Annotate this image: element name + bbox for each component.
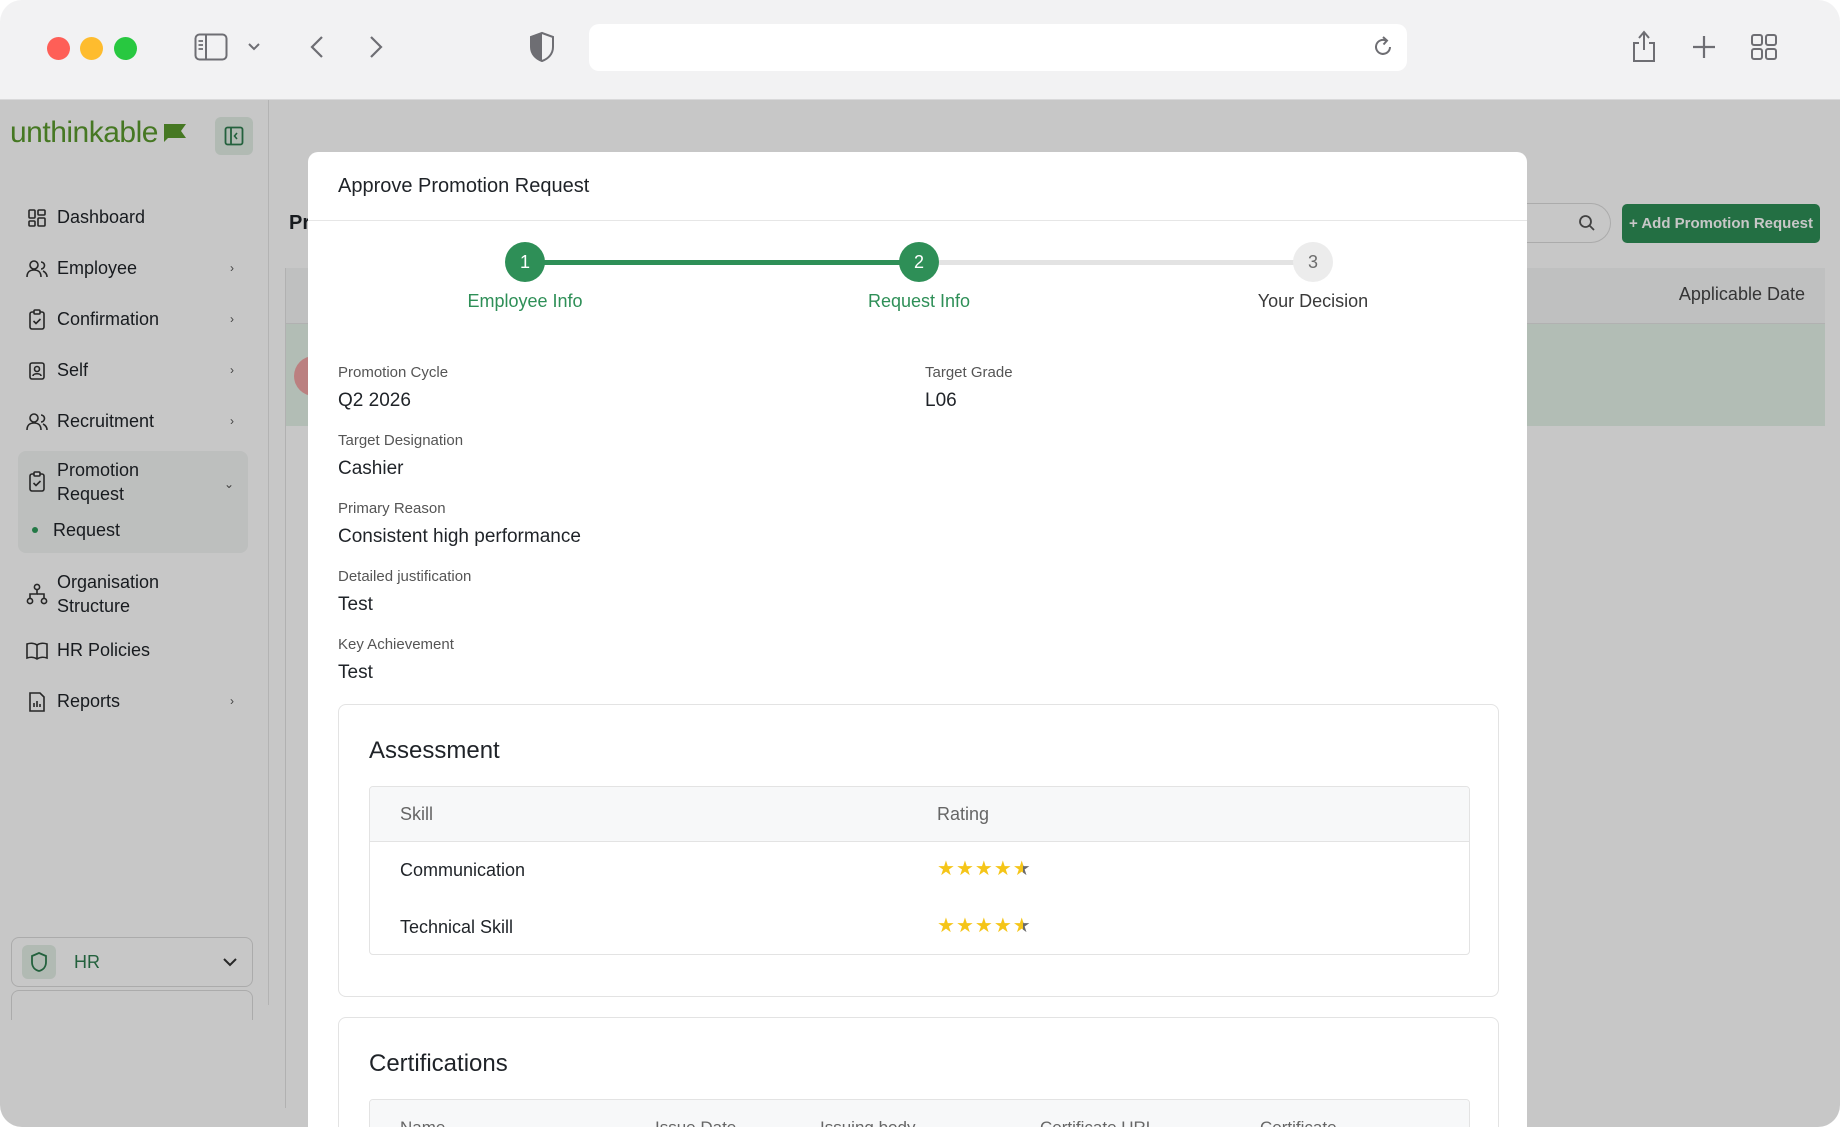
- browser-window: unthinkable Dashboard Employee › Confirm…: [0, 0, 1840, 1127]
- step-1-label: Employee Info: [467, 291, 583, 311]
- privacy-shield-icon[interactable]: [528, 30, 556, 64]
- star-icon: ★: [937, 858, 955, 880]
- target-designation-field: Target Designation Cashier: [338, 432, 463, 480]
- forward-icon[interactable]: [364, 32, 388, 62]
- step-connector-pending: [919, 260, 1313, 265]
- step-3-label: Your Decision: [1257, 291, 1369, 311]
- sidebar-toggle-icon[interactable]: [193, 31, 229, 63]
- step-2-label: Request Info: [867, 291, 971, 311]
- step-1-indicator[interactable]: 1: [505, 242, 545, 282]
- star-icon: ★: [993, 858, 1012, 880]
- rating-stars: ★ ★ ★ ★ ★: [937, 859, 1031, 879]
- approve-promotion-modal: Approve Promotion Request 1 2 3 Employee…: [308, 152, 1527, 1127]
- column-header-issue-date: Issue Date: [655, 1118, 736, 1127]
- target-grade-field: Target Grade L06: [925, 364, 1013, 412]
- field-value: Consistent high performance: [338, 526, 581, 547]
- field-value: Cashier: [338, 458, 404, 479]
- certifications-table-header: Name Issue Date Issuing body Certificate…: [370, 1100, 1469, 1127]
- star-icon: ★: [974, 858, 993, 880]
- share-icon[interactable]: [1629, 28, 1659, 64]
- field-label: Promotion Cycle: [338, 364, 449, 381]
- star-icon: ★: [937, 915, 955, 937]
- field-label: Detailed justification: [338, 568, 472, 585]
- rating-stars: ★ ★ ★ ★ ★: [937, 916, 1031, 936]
- stepper: 1 2 3 Employee Info Request Info Your De…: [308, 221, 1527, 331]
- skill-name: Communication: [400, 860, 526, 880]
- field-value: Test: [338, 662, 373, 683]
- star-icon: ★: [955, 915, 974, 937]
- table-row: Technical Skill ★ ★ ★ ★ ★: [370, 899, 1469, 954]
- detailed-justification-field: Detailed justification Test: [338, 568, 471, 616]
- star-icon: ★: [955, 858, 974, 880]
- table-row: Communication ★ ★ ★ ★ ★: [370, 842, 1469, 899]
- step-2-indicator[interactable]: 2: [899, 242, 939, 282]
- modal-title: Approve Promotion Request: [308, 152, 1527, 221]
- field-value: Test: [338, 594, 373, 615]
- field-value: L06: [925, 390, 957, 411]
- column-header-issuing-body: Issuing body: [820, 1118, 915, 1127]
- column-header-certificate-url: Certificate URL: [1040, 1118, 1155, 1127]
- star-icon: ★: [993, 915, 1012, 937]
- step-3-indicator[interactable]: 3: [1293, 242, 1333, 282]
- browser-toolbar: [0, 0, 1840, 100]
- certifications-title: Certifications: [369, 1050, 508, 1077]
- skill-name: Technical Skill: [400, 917, 514, 937]
- maximize-window-button[interactable]: [114, 37, 137, 60]
- close-window-button[interactable]: [47, 37, 70, 60]
- chevron-down-icon[interactable]: [245, 38, 263, 56]
- column-header-name: Name: [400, 1118, 445, 1127]
- field-label: Primary Reason: [338, 500, 446, 517]
- minimize-window-button[interactable]: [80, 37, 103, 60]
- primary-reason-field: Primary Reason Consistent high performan…: [338, 500, 581, 548]
- field-label: Target Grade: [925, 364, 1013, 381]
- column-header-rating: Rating: [937, 804, 990, 824]
- assessment-card: Assessment Skill Rating Communication ★ …: [338, 704, 1499, 997]
- star-icon: ★: [974, 915, 993, 937]
- half-star-icon: ★: [1012, 915, 1031, 937]
- field-label: Target Designation: [338, 432, 464, 449]
- half-star-icon: ★: [1012, 858, 1031, 880]
- address-bar[interactable]: [589, 24, 1407, 71]
- certifications-card: Certifications Name Issue Date Issuing b…: [338, 1017, 1499, 1127]
- back-icon[interactable]: [305, 32, 329, 62]
- assessment-title: Assessment: [369, 737, 500, 764]
- field-label: Key Achievement: [338, 636, 454, 653]
- tab-overview-icon[interactable]: [1749, 32, 1779, 62]
- promotion-cycle-field: Promotion Cycle Q2 2026: [338, 364, 448, 412]
- assessment-table: Skill Rating Communication ★ ★ ★ ★ ★ Tec…: [369, 786, 1470, 955]
- certifications-table: Name Issue Date Issuing body Certificate…: [369, 1099, 1470, 1127]
- column-header-certificate: Certificate: [1260, 1118, 1337, 1127]
- assessment-table-header: Skill Rating: [370, 787, 1469, 842]
- column-header-skill: Skill: [400, 804, 434, 824]
- new-tab-icon[interactable]: [1689, 32, 1719, 62]
- field-value: Q2 2026: [338, 390, 411, 411]
- reload-icon[interactable]: [1371, 35, 1395, 59]
- key-achievement-field: Key Achievement Test: [338, 636, 454, 684]
- step-connector-complete: [525, 260, 919, 265]
